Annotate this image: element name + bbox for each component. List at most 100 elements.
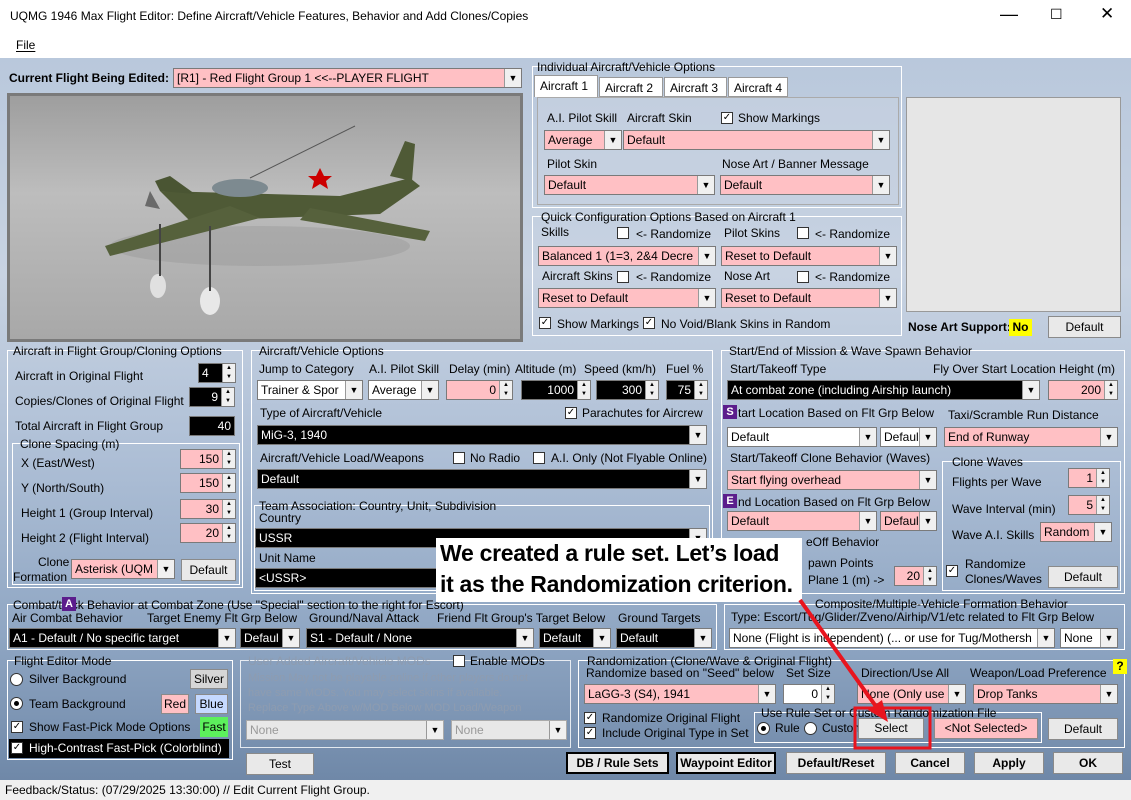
speed-stepper[interactable]: 300 ▲ ▼ xyxy=(596,380,659,400)
red-button[interactable]: Red xyxy=(161,694,189,714)
air-combat-select[interactable]: A1 - Default / No specific target ▼ xyxy=(9,628,236,648)
weapon-preference-select[interactable]: Drop Tanks ▼ xyxy=(973,684,1118,704)
waypoint-editor-button[interactable]: Waypoint Editor xyxy=(676,752,776,774)
height1-stepper[interactable]: 30 ▲ ▼ xyxy=(180,499,236,519)
minimize-icon[interactable]: — xyxy=(1000,4,1018,25)
wave-skills-select[interactable]: Random ▼ xyxy=(1040,522,1112,542)
randomize-clones-checkbox[interactable]: ✓ xyxy=(946,565,958,577)
rule-radio[interactable] xyxy=(757,722,770,735)
clone-formation-default-button[interactable]: Default xyxy=(181,559,236,581)
pilot-skins-select[interactable]: Reset to Default ▼ xyxy=(721,246,897,266)
quick-show-markings-checkbox[interactable]: ✓ xyxy=(539,317,551,329)
team-background-radio[interactable] xyxy=(10,697,23,710)
delay-stepper[interactable]: 0 ▲ ▼ xyxy=(446,380,513,400)
not-selected-display[interactable]: <Not Selected> xyxy=(934,718,1038,739)
start-type-select[interactable]: At combat zone (including Airship launch… xyxy=(727,380,1040,400)
fast-button[interactable]: Fast xyxy=(200,717,228,737)
height2-stepper[interactable]: 20 ▲ ▼ xyxy=(180,523,236,543)
flyover-height-stepper[interactable]: 200 ▲ ▼ xyxy=(1048,380,1118,400)
nose-art-randomize-checkbox[interactable] xyxy=(797,271,809,283)
end-location-select[interactable]: Default ▼ xyxy=(727,511,877,531)
load-weapons-select[interactable]: Default ▼ xyxy=(257,469,707,489)
menu-file[interactable]: File xyxy=(16,38,35,52)
aircraft-skins-select[interactable]: Reset to Default ▼ xyxy=(538,288,716,308)
mod-type-select[interactable]: None ▼ xyxy=(246,720,444,740)
aircraft-skin-select[interactable]: Default ▼ xyxy=(623,130,890,150)
aircraft-skins-randomize-checkbox[interactable] xyxy=(617,271,629,283)
friend-target-select[interactable]: Default ▼ xyxy=(539,628,611,648)
start-location-select[interactable]: Default ▼ xyxy=(727,427,877,447)
skills-randomize-label: <- Randomize xyxy=(636,227,712,241)
vehicle-type-select[interactable]: MiG-3, 1940 ▼ xyxy=(257,425,707,445)
ground-attack-select[interactable]: S1 - Default / None ▼ xyxy=(306,628,534,648)
start-location-flt-select[interactable]: Defaul ▼ xyxy=(880,427,937,447)
high-contrast-checkbox[interactable]: ✓ xyxy=(11,742,23,754)
tab-aircraft-2[interactable]: Aircraft 2 xyxy=(599,77,663,97)
taxi-distance-select[interactable]: End of Runway ▼ xyxy=(944,427,1118,447)
clone-formation-select[interactable]: Asterisk (UQM ▼ xyxy=(71,559,175,579)
flights-per-wave-stepper[interactable]: 1 ▲ ▼ xyxy=(1068,468,1110,488)
vehicle-skill-select[interactable]: Average ▼ xyxy=(368,380,439,400)
parachutes-checkbox[interactable]: ✓ xyxy=(565,407,577,419)
set-size-stepper[interactable]: 0 ▲ ▼ xyxy=(783,684,835,704)
direction-select[interactable]: None (Only use ▼ xyxy=(857,684,966,704)
blue-button[interactable]: Blue xyxy=(195,694,228,714)
wave-interval-stepper[interactable]: 5 ▲ ▼ xyxy=(1068,495,1110,515)
friend-target-value: Default xyxy=(543,631,582,645)
randomization-default-button[interactable]: Default xyxy=(1048,718,1118,740)
tab-aircraft-1[interactable]: Aircraft 1 xyxy=(534,75,598,97)
include-original-label: Include Original Type in Set xyxy=(602,726,749,740)
silver-background-radio[interactable] xyxy=(10,673,23,686)
jump-category-select[interactable]: Trainer & Spor ▼ xyxy=(257,380,363,400)
waves-default-button[interactable]: Default xyxy=(1048,566,1118,588)
pilot-skin-select[interactable]: Default ▼ xyxy=(544,175,715,195)
pilot-skins-randomize-checkbox[interactable] xyxy=(797,227,809,239)
ok-button[interactable]: OK xyxy=(1053,752,1123,774)
enable-mods-checkbox[interactable] xyxy=(453,655,465,667)
plane1-stepper[interactable]: 20 ▲ ▼ xyxy=(894,566,937,586)
test-button[interactable]: Test xyxy=(246,753,314,775)
tab-aircraft-3[interactable]: Aircraft 3 xyxy=(664,77,727,97)
no-radio-checkbox[interactable] xyxy=(453,452,465,464)
apply-button[interactable]: Apply xyxy=(974,752,1044,774)
target-enemy-select[interactable]: Defaul ▼ xyxy=(240,628,300,648)
seed-select[interactable]: LaGG-3 (S4), 1941 ▼ xyxy=(584,684,776,704)
clone-spacing-title: Clone Spacing (m) xyxy=(20,437,120,451)
help-icon[interactable]: ? xyxy=(1113,659,1127,674)
ground-targets-select[interactable]: Default ▼ xyxy=(616,628,712,648)
tab-aircraft-4[interactable]: Aircraft 4 xyxy=(728,77,788,97)
maximize-icon[interactable]: ☐ xyxy=(1050,6,1063,23)
nose-art-quick-select[interactable]: Reset to Default ▼ xyxy=(721,288,897,308)
default-reset-button[interactable]: Default/Reset xyxy=(786,752,886,774)
special-flt-select[interactable]: None ▼ xyxy=(1060,628,1118,648)
show-markings-checkbox[interactable]: ✓ xyxy=(721,112,733,124)
close-icon[interactable]: ✕ xyxy=(1100,4,1114,24)
ai-only-checkbox[interactable] xyxy=(533,452,545,464)
include-original-checkbox[interactable]: ✓ xyxy=(584,727,596,739)
aircraft-preview-image xyxy=(105,125,430,315)
ai-pilot-skill-select[interactable]: Average ▼ xyxy=(544,130,622,150)
nose-art-default-button[interactable]: Default xyxy=(1048,316,1121,338)
db-rule-sets-button[interactable]: DB / Rule Sets xyxy=(566,752,669,774)
select-rule-file-button[interactable]: Select xyxy=(858,718,924,739)
fast-pick-checkbox[interactable]: ✓ xyxy=(11,721,23,733)
skills-select[interactable]: Balanced 1 (1=3, 2&4 Decre ▼ xyxy=(538,246,716,266)
current-flight-select[interactable]: [R1] - Red Flight Group 1 <<--PLAYER FLI… xyxy=(173,68,522,88)
mod-load-select[interactable]: None ▼ xyxy=(451,720,567,740)
x-spacing-stepper[interactable]: 150 ▲ ▼ xyxy=(180,449,236,469)
y-spacing-stepper[interactable]: 150 ▲ ▼ xyxy=(180,473,236,493)
skills-randomize-checkbox[interactable] xyxy=(617,227,629,239)
fuel-stepper[interactable]: 75 ▲ ▼ xyxy=(666,380,708,400)
no-void-checkbox[interactable]: ✓ xyxy=(643,317,655,329)
custom-radio[interactable] xyxy=(804,722,817,735)
copies-stepper[interactable]: 9 ▲ ▼ xyxy=(189,387,235,407)
orig-flight-stepper[interactable]: 4 ▲ ▼ xyxy=(198,363,236,383)
clone-behavior-select[interactable]: Start flying overhead ▼ xyxy=(727,470,937,490)
special-type-select[interactable]: None (Flight is independent) (... or use… xyxy=(729,628,1055,648)
altitude-stepper[interactable]: 1000 ▲ ▼ xyxy=(521,380,591,400)
cancel-button[interactable]: Cancel xyxy=(895,752,965,774)
randomize-original-checkbox[interactable]: ✓ xyxy=(584,712,596,724)
end-location-flt-select[interactable]: Defaul ▼ xyxy=(880,511,937,531)
silver-button[interactable]: Silver xyxy=(190,669,228,689)
nose-art-select[interactable]: Default ▼ xyxy=(720,175,890,195)
